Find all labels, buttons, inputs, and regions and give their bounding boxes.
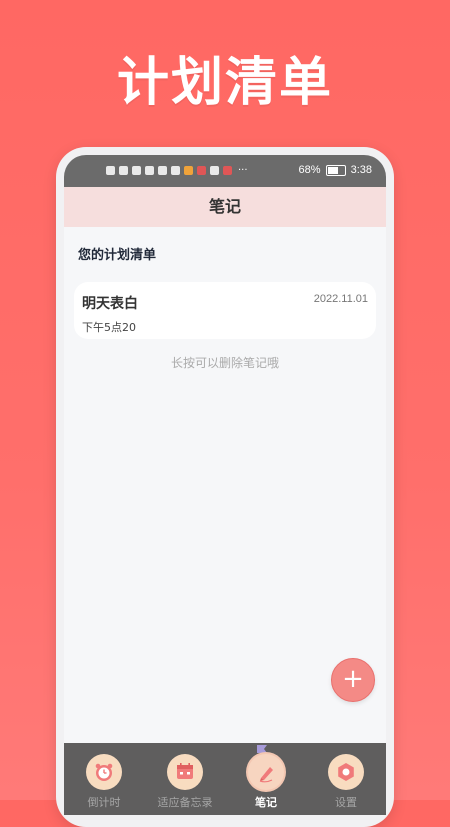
status-bar: ··· 68% 3:38	[64, 155, 386, 187]
tab-label: 设置	[335, 796, 357, 809]
pen-icon	[248, 754, 284, 790]
promo-title: 计划清单	[116, 53, 333, 113]
list-item[interactable]: 明天表白 2022.11.01 下午5点20	[74, 282, 376, 339]
note-title: 明天表白	[82, 296, 138, 312]
note-date: 2022.11.01	[313, 293, 368, 305]
battery-icon	[325, 164, 346, 176]
note-time: 下午5点20	[82, 321, 136, 334]
tab-memo[interactable]: 适应备忘录	[155, 754, 215, 814]
video-notification-icon	[197, 166, 206, 175]
tab-label: 倒计时	[87, 796, 121, 809]
message-notification-icon	[223, 166, 232, 175]
tab-countdown[interactable]: 倒计时	[74, 754, 134, 814]
more-notifications-icon: ···	[238, 165, 248, 176]
media-notification-icon	[184, 166, 193, 175]
clock: 3:38	[350, 164, 372, 176]
tab-bar: 倒计时 适应备忘录 笔记 设置	[64, 743, 386, 815]
hint-text: 长按可以删除笔记哦	[170, 356, 279, 370]
tab-settings[interactable]: 设置	[316, 754, 376, 814]
sim-icon	[119, 166, 128, 175]
wifi-icon	[158, 166, 167, 175]
active-tab-flag-icon	[257, 745, 267, 753]
tab-notes[interactable]: 笔记	[236, 745, 296, 814]
gear-icon	[328, 754, 364, 790]
section-title: 您的计划清单	[78, 248, 157, 263]
status-right: 68% 3:38	[299, 164, 372, 176]
calendar-icon	[167, 754, 203, 790]
status-icons: ···	[106, 165, 248, 176]
signal-icon	[132, 166, 141, 175]
battery-percent: 68%	[298, 164, 321, 176]
add-note-button[interactable]: +	[331, 658, 375, 702]
nfc-icon	[106, 166, 115, 175]
tab-label: 适应备忘录	[157, 796, 213, 809]
app-notification-icon	[171, 166, 180, 175]
page-title: 笔记	[64, 187, 386, 227]
app-screen: ··· 68% 3:38 笔记 您的计划清单 明天表白 2022.11.01 下…	[64, 155, 386, 815]
chat-notification-icon	[210, 166, 219, 175]
tab-label: 笔记	[255, 796, 277, 809]
alarm-clock-icon	[86, 754, 122, 790]
signal-4g-icon	[145, 166, 154, 175]
